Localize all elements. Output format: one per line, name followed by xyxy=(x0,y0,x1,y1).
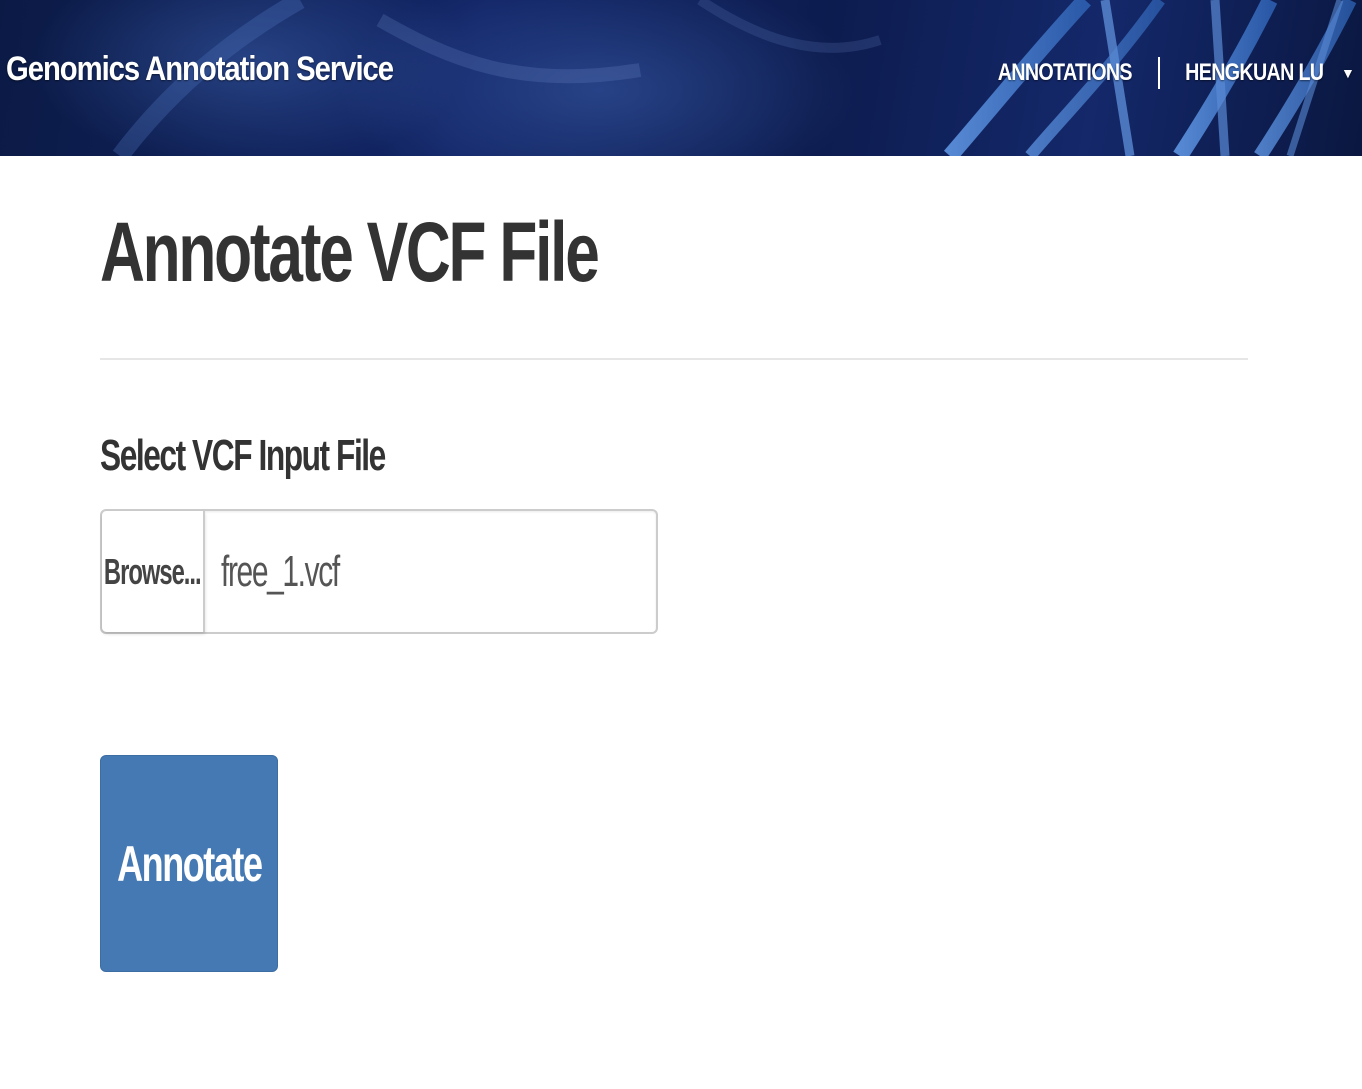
caret-down-icon[interactable]: ▼ xyxy=(1341,65,1355,81)
brand-title[interactable]: Genomics Annotation Service xyxy=(6,50,394,89)
file-input-group[interactable]: Browse... free_1.vcf xyxy=(100,509,658,634)
annotate-button[interactable]: Annotate xyxy=(100,755,278,972)
nav-link-user-menu[interactable]: HENGKUAN LU xyxy=(1185,59,1325,87)
title-divider xyxy=(100,358,1248,360)
file-name-field[interactable]: free_1.vcf xyxy=(205,511,656,632)
nav-right: ANNOTATIONS HENGKUAN LU ▼ xyxy=(983,57,1355,89)
nav-separator xyxy=(1158,57,1161,89)
file-input-label: Select VCF Input File xyxy=(100,431,386,480)
top-navbar: Genomics Annotation Service ANNOTATIONS … xyxy=(0,0,1362,156)
user-name: HENGKUAN LU xyxy=(1185,59,1325,86)
page-title: Annotate VCF File xyxy=(100,205,600,299)
annotate-button-label: Annotate xyxy=(116,835,263,892)
file-name-value: free_1.vcf xyxy=(221,546,340,596)
browse-button[interactable]: Browse... xyxy=(102,511,205,632)
nav-link-annotations[interactable]: ANNOTATIONS xyxy=(997,59,1132,87)
browse-button-label: Browse... xyxy=(104,550,202,592)
